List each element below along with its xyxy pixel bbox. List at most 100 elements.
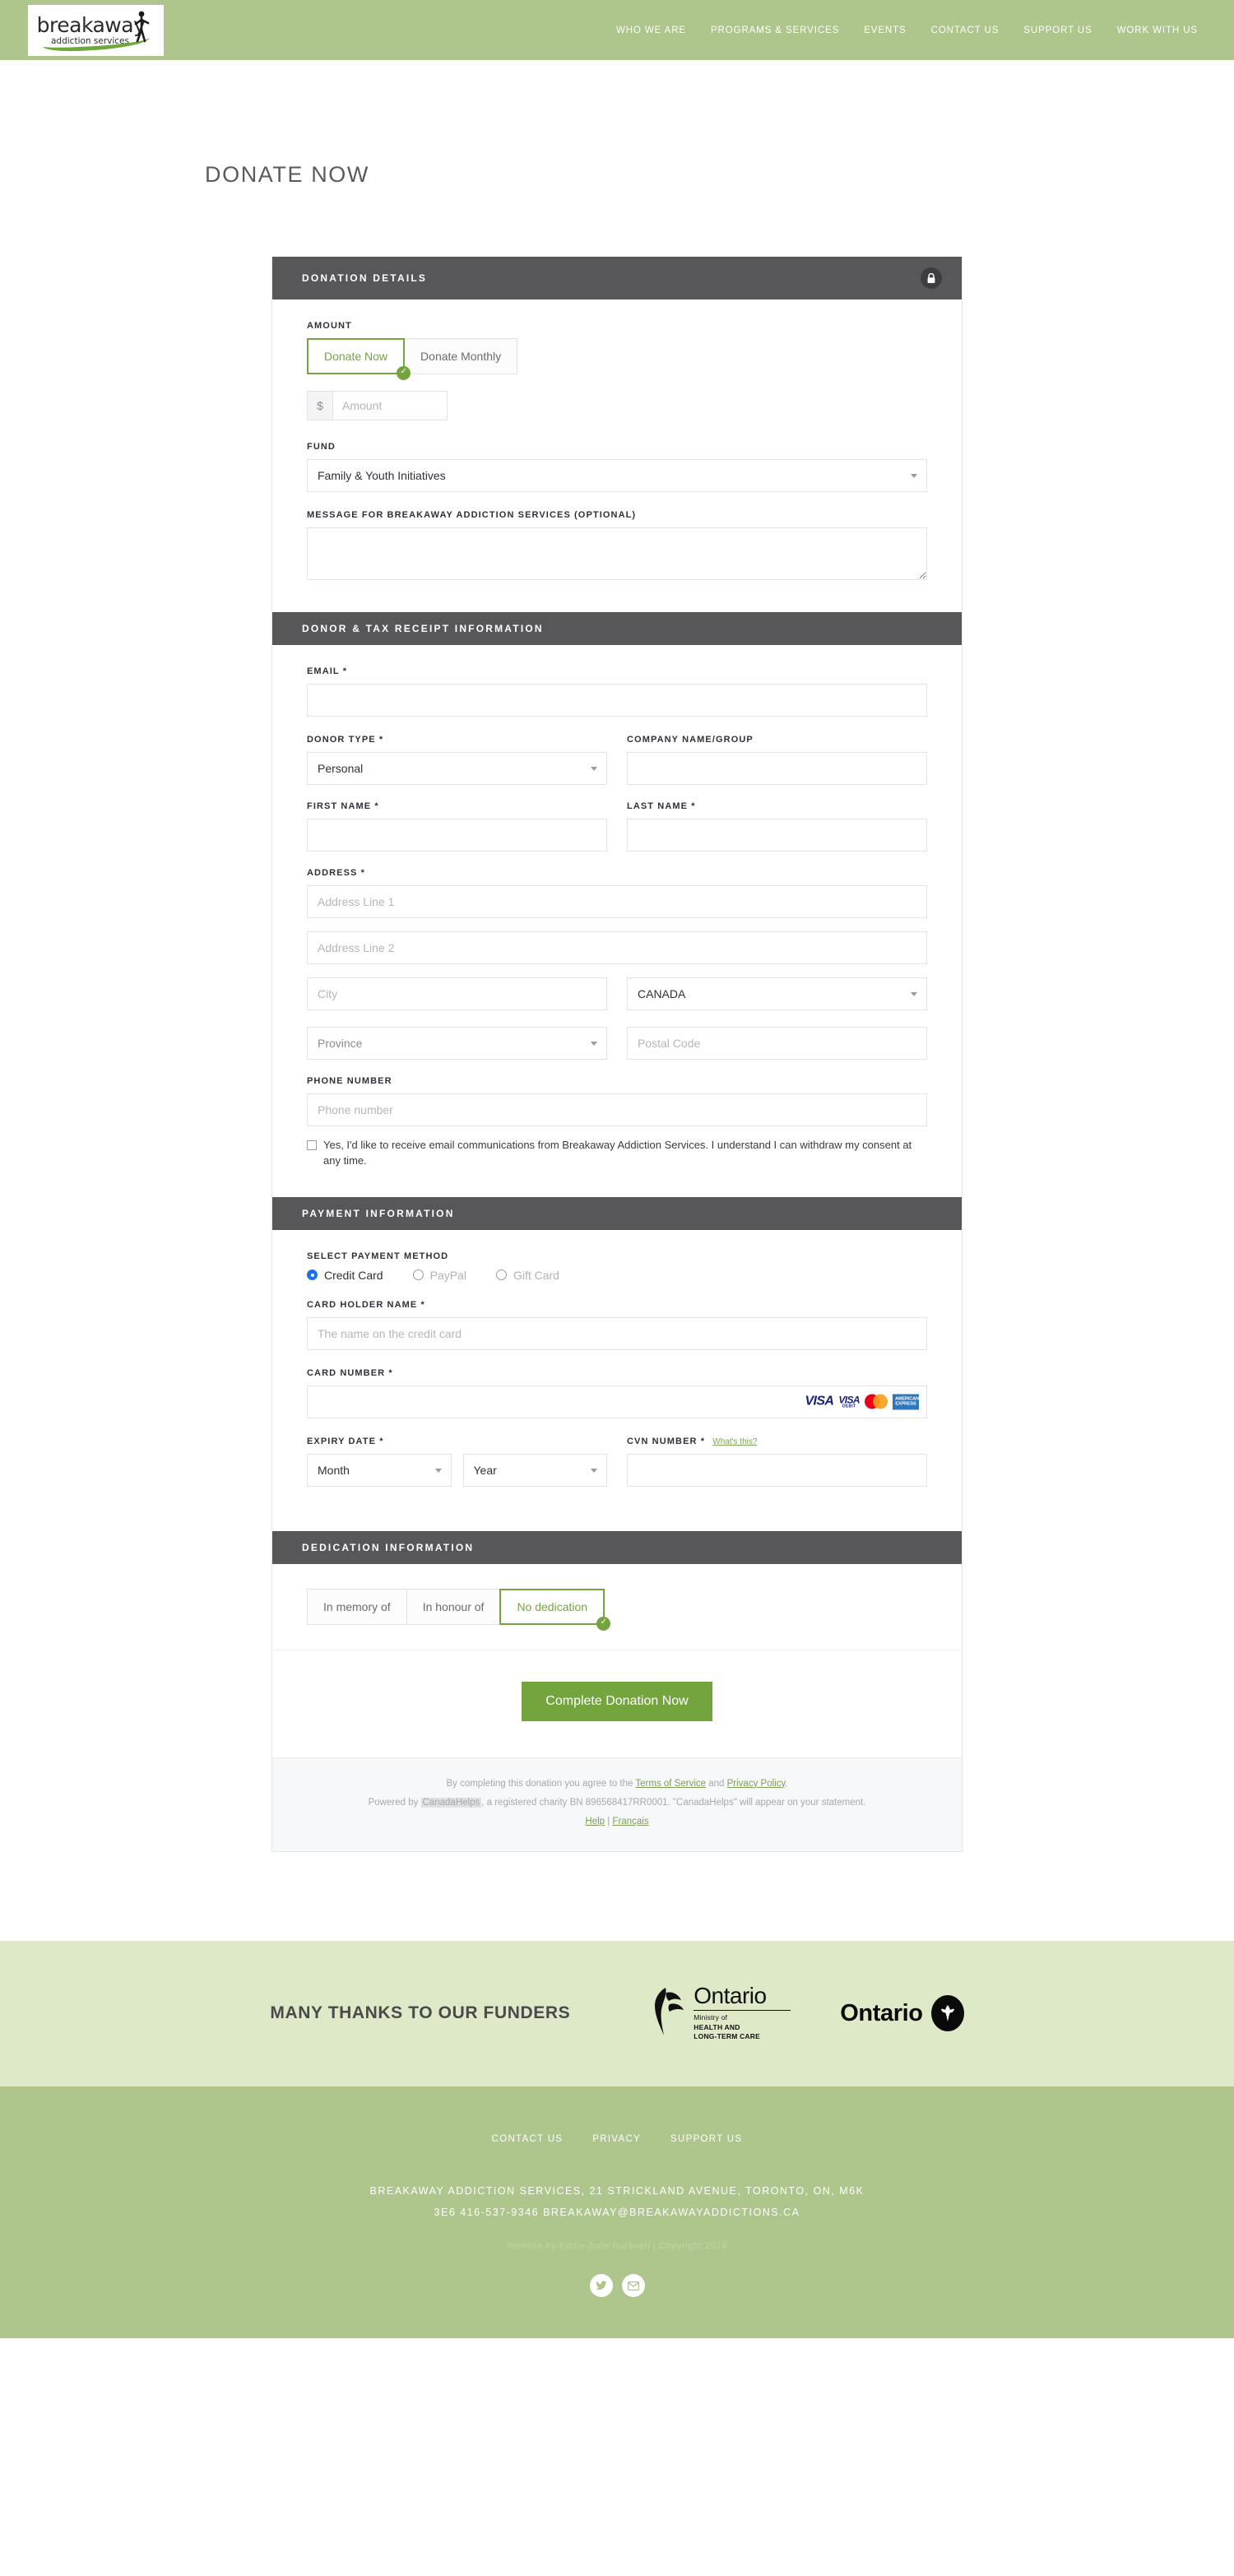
cvn-input[interactable] [627, 1453, 927, 1487]
company-label: COMPANY NAME/GROUP [627, 735, 754, 745]
footer-nav-support-us[interactable]: SUPPORT US [670, 2134, 742, 2144]
credit-card-radio[interactable] [307, 1269, 318, 1281]
terms-of-service-link[interactable]: Terms of Service [635, 1779, 706, 1789]
province-select[interactable]: Province [307, 1027, 607, 1060]
message-textarea[interactable] [307, 527, 927, 580]
amount-input-group: $ [307, 391, 927, 420]
payment-method-paypal[interactable]: PayPal [412, 1269, 466, 1282]
ministry-line-2: HEALTH AND [694, 2022, 740, 2031]
in-memory-of-label: In memory of [323, 1599, 391, 1613]
privacy-policy-link[interactable]: Privacy Policy [727, 1779, 786, 1789]
country-select[interactable]: CANADA [627, 977, 927, 1010]
donor-type-label-text: DONOR TYPE [307, 735, 376, 745]
nav-item-programs-services[interactable]: PROGRAMS & SERVICES [711, 26, 839, 35]
nav-item-contact-us[interactable]: CONTACT US [931, 26, 1000, 35]
email-consent-label: Yes, I'd like to receive email communica… [323, 1139, 912, 1167]
social-links[interactable] [0, 2274, 1234, 2298]
address-line-2-input[interactable] [307, 931, 927, 964]
province-select-wrapper[interactable]: Province [307, 1027, 607, 1060]
donation-details-body: AMOUNT Donate Now ✓ Donate Monthly $ FUN… [272, 299, 962, 612]
payment-method-group[interactable]: Credit Card PayPal Gift Card [307, 1269, 927, 1282]
section-header-donor-info: DONOR & TAX RECEIPT INFORMATION [272, 612, 962, 645]
postal-code-input[interactable] [627, 1027, 927, 1060]
donate-monthly-button[interactable]: Donate Monthly [404, 338, 518, 374]
email-consent-checkbox[interactable] [307, 1140, 317, 1150]
payment-method-credit-card[interactable]: Credit Card [307, 1269, 383, 1282]
section-title-dedication: DEDICATION INFORMATION [302, 1541, 475, 1553]
email-consent-row[interactable]: Yes, I'd like to receive email communica… [307, 1138, 927, 1169]
section-header-donation-details: DONATION DETAILS [272, 257, 962, 299]
payment-method-gift-card[interactable]: Gift Card [495, 1269, 559, 1282]
section-title-donation-details: DONATION DETAILS [302, 272, 428, 284]
city-field [307, 977, 607, 1010]
link-separator: | [607, 1816, 610, 1826]
canadahelps-brand[interactable]: CanadaHelps [420, 1797, 482, 1808]
dedication-toggle-group[interactable]: In memory of In honour of No dedication … [307, 1585, 927, 1631]
donate-now-button[interactable]: Donate Now ✓ [307, 338, 411, 380]
footer-nav-privacy[interactable]: PRIVACY [592, 2134, 641, 2144]
address-line-1-input[interactable] [307, 885, 927, 918]
email-input[interactable] [307, 684, 927, 717]
footer-address: BREAKAWAY ADDICTION SERVICES, 21 STRICKL… [321, 2180, 913, 2224]
address-label-text: ADDRESS [307, 868, 358, 878]
gift-card-radio[interactable] [495, 1269, 507, 1281]
first-name-field: FIRST NAME * [307, 801, 607, 852]
expiry-month-select[interactable]: Month [307, 1453, 452, 1487]
fund-select[interactable]: Family & Youth Initiatives [307, 459, 927, 492]
terms-middle: and [706, 1778, 727, 1789]
footer-credit: Website by Eddie Jude Hareven | Copyrigh… [506, 2241, 728, 2252]
trillium-badge-icon [930, 1995, 964, 2032]
expiry-year-wrapper[interactable]: Year [462, 1453, 607, 1487]
in-memory-of-button[interactable]: In memory of [307, 1588, 407, 1625]
footer-nav-contact-us[interactable]: CONTACT US [492, 2134, 564, 2144]
terms-prefix: By completing this donation you agree to… [446, 1778, 636, 1789]
company-input[interactable] [627, 752, 927, 785]
site-logo[interactable]: breakaway addiction services [28, 4, 164, 56]
submit-area: Complete Donation Now [272, 1649, 962, 1757]
email-icon[interactable] [621, 2274, 645, 2298]
expiry-month-wrapper[interactable]: Month [307, 1453, 452, 1487]
main-navigation[interactable]: WHO WE ARE PROGRAMS & SERVICES EVENTS CO… [616, 26, 1198, 35]
donor-type-select[interactable]: Personal [307, 752, 607, 785]
payment-body: SELECT PAYMENT METHOD Credit Card PayPal… [272, 1230, 962, 1531]
nav-item-support-us[interactable]: SUPPORT US [1023, 26, 1092, 35]
twitter-icon[interactable] [589, 2274, 613, 2298]
francais-link[interactable]: Français [612, 1817, 648, 1826]
nav-item-events[interactable]: EVENTS [864, 26, 906, 35]
fund-select-wrapper[interactable]: Family & Youth Initiatives [307, 459, 927, 492]
complete-donation-button[interactable]: Complete Donation Now [522, 1681, 712, 1721]
ontario-wordmark: Ontario [694, 1983, 767, 2009]
donor-type-label: DONOR TYPE * [307, 735, 607, 745]
powered-suffix: , a registered charity BN 896568417RR000… [481, 1797, 866, 1808]
first-name-input[interactable] [307, 819, 607, 852]
postal-code-field [627, 1027, 927, 1060]
card-holder-label: CARD HOLDER NAME * [307, 1300, 927, 1310]
city-input[interactable] [307, 977, 607, 1010]
address-label: ADDRESS * [307, 868, 927, 878]
card-holder-input[interactable] [307, 1316, 927, 1350]
section-header-dedication: DEDICATION INFORMATION [272, 1530, 962, 1564]
cvn-help-link[interactable]: What's this? [712, 1437, 757, 1446]
footer-navigation[interactable]: CONTACT US PRIVACY SUPPORT US [0, 2134, 1234, 2144]
amount-input[interactable] [332, 391, 448, 420]
nav-item-work-with-us[interactable]: WORK WITH US [1117, 26, 1198, 35]
expiry-required-mark: * [379, 1436, 384, 1446]
card-holder-required-mark: * [420, 1299, 425, 1310]
cvn-required-mark: * [700, 1436, 706, 1446]
ontario-rule [694, 2010, 791, 2012]
terms-line: By completing this donation you agree to… [289, 1775, 945, 1794]
donation-frequency-toggle[interactable]: Donate Now ✓ Donate Monthly [307, 338, 927, 380]
last-name-input[interactable] [627, 819, 927, 852]
section-header-payment: PAYMENT INFORMATION [272, 1196, 962, 1230]
no-dedication-button[interactable]: No dedication ✓ [499, 1588, 610, 1631]
currency-prefix: $ [307, 391, 332, 420]
in-honour-of-button[interactable]: In honour of [406, 1588, 501, 1625]
first-name-label-text: FIRST NAME [307, 801, 372, 811]
paypal-radio[interactable] [412, 1269, 424, 1281]
phone-input[interactable] [307, 1093, 927, 1126]
country-select-wrapper[interactable]: CANADA [627, 977, 927, 1010]
nav-item-who-we-are[interactable]: WHO WE ARE [616, 26, 686, 35]
help-link[interactable]: Help [585, 1817, 605, 1826]
expiry-year-select[interactable]: Year [462, 1453, 607, 1487]
donor-type-select-wrapper[interactable]: Personal [307, 752, 607, 785]
